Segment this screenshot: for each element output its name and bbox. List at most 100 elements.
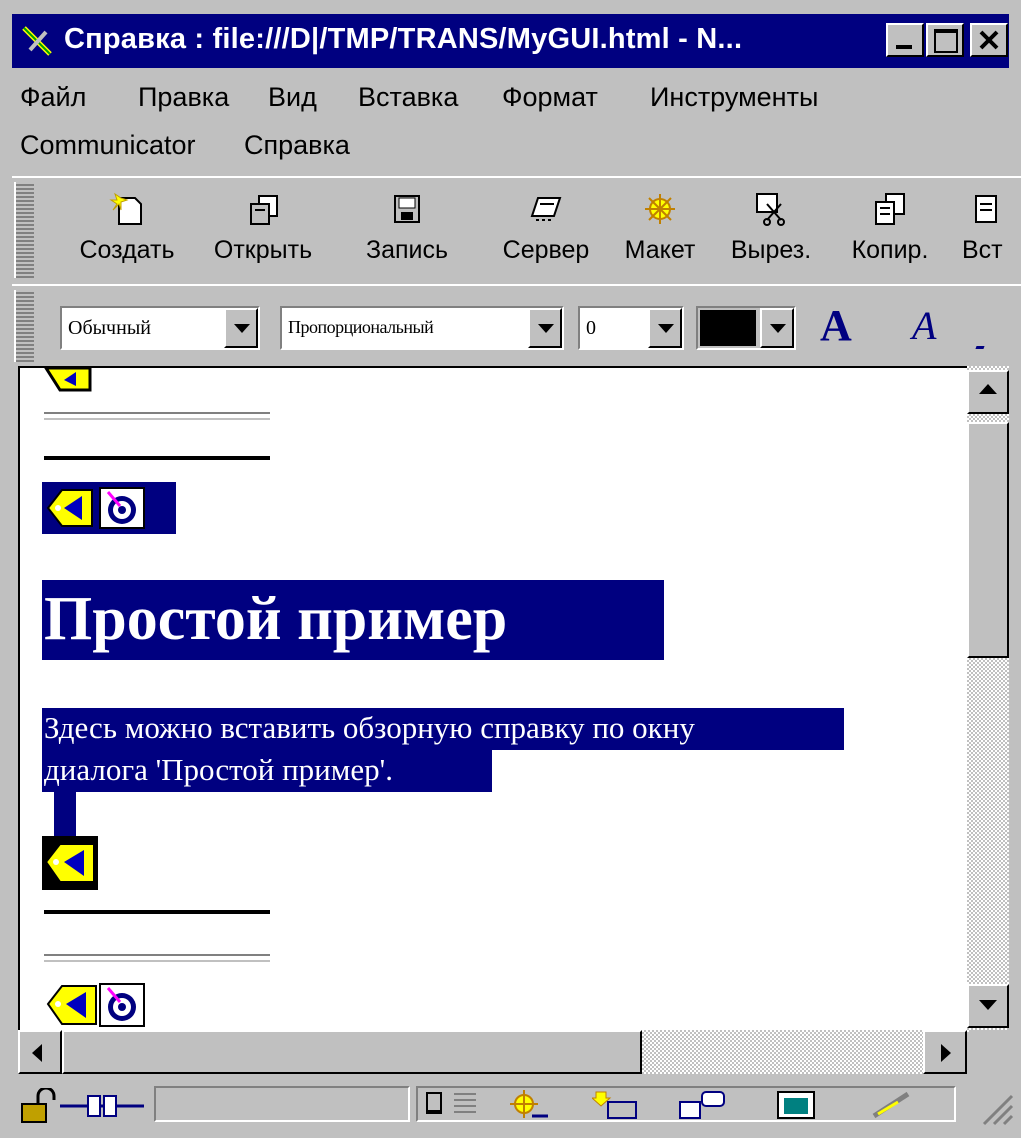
horizontal-scroll-thumb[interactable]	[62, 1030, 642, 1074]
open-file-icon	[250, 195, 278, 225]
new-document-icon	[109, 192, 142, 225]
cut-button[interactable]: Вырез.	[716, 192, 826, 276]
connection-plug-icon[interactable]	[58, 1090, 146, 1122]
status-bar	[12, 1080, 1021, 1130]
decrease-font-size-button[interactable]: A	[912, 302, 936, 349]
cut-scissors-icon	[756, 193, 785, 226]
close-button[interactable]	[970, 23, 1008, 57]
menu-insert[interactable]: Вставка	[358, 82, 458, 113]
arrow-down-icon	[979, 1000, 997, 1010]
scroll-down-button[interactable]	[967, 984, 1009, 1028]
horizontal-rule	[44, 910, 270, 914]
paragraph-selection	[54, 792, 76, 838]
preview-button[interactable]: Макет	[610, 192, 710, 276]
target-icon	[99, 983, 145, 1027]
menu-edit[interactable]: Правка	[138, 82, 229, 113]
paragraph-line-2: диалога 'Простой пример'.	[44, 752, 393, 787]
font-size-dropdown-icon[interactable]	[648, 308, 682, 348]
minimize-button[interactable]	[886, 23, 924, 57]
font-value: Пропорциональный	[288, 317, 434, 337]
save-label: Запись	[365, 236, 449, 264]
toolbar-overflow-edge	[975, 324, 993, 349]
anchor-tag-icon	[44, 843, 95, 883]
target-icon	[99, 487, 145, 529]
copy-icon	[875, 193, 905, 225]
publish-server-icon	[530, 197, 562, 221]
arrow-up-icon	[979, 384, 997, 394]
anchor-tag-icon	[46, 985, 97, 1025]
navigator-icon[interactable]	[502, 1088, 550, 1122]
composer-window: Справка : file:///D|/TMP/TRANS/MyGUI.htm…	[0, 0, 1021, 1138]
toolbar-grip[interactable]	[14, 182, 34, 278]
text-color-swatch	[700, 310, 756, 346]
open-label: Открыть	[213, 236, 313, 264]
composition-toolbar: Создать Открыть Запись Сервер Макет Выре…	[12, 176, 1021, 282]
status-text-field	[154, 1086, 410, 1122]
close-icon	[979, 30, 999, 50]
paragraph-style-value: Обычный	[68, 317, 151, 339]
security-lock-icon[interactable]	[16, 1088, 56, 1124]
format-toolbar-grip[interactable]	[14, 290, 34, 362]
font-select[interactable]: Пропорциональный	[280, 306, 564, 350]
publish-button[interactable]: Сервер	[486, 192, 606, 276]
font-dropdown-icon[interactable]	[528, 308, 562, 348]
new-button[interactable]: Создать	[72, 192, 182, 276]
paste-button[interactable]: Вст	[962, 192, 1021, 276]
menu-bar: Файл Правка Вид Вставка Формат Инструмен…	[12, 70, 1009, 168]
paragraph-line-1: Здесь можно вставить обзорную справку по…	[44, 710, 695, 745]
text-color-dropdown-icon[interactable]	[760, 308, 794, 348]
new-label: Создать	[79, 236, 175, 264]
window-title: Справка : file:///D|/TMP/TRANS/MyGUI.htm…	[64, 23, 743, 55]
horizontal-rule	[44, 412, 270, 420]
paragraph-style-select[interactable]: Обычный	[60, 306, 260, 350]
font-size-value: 0	[586, 317, 596, 339]
menu-help[interactable]: Справка	[244, 130, 350, 161]
publish-label: Сервер	[502, 236, 590, 264]
anchor-tag-icon	[46, 489, 93, 527]
title-bar[interactable]: Справка : file:///D|/TMP/TRANS/MyGUI.htm…	[12, 14, 1009, 68]
menu-view[interactable]: Вид	[268, 82, 317, 113]
horizontal-rule	[44, 954, 270, 962]
save-floppy-icon	[394, 195, 420, 223]
menu-tools[interactable]: Инструменты	[650, 82, 818, 113]
mail-inbox-icon[interactable]	[592, 1088, 640, 1122]
menu-communicator[interactable]: Communicator	[20, 130, 196, 161]
maximize-icon	[934, 29, 958, 53]
increase-font-size-button[interactable]: A	[820, 300, 852, 351]
maximize-button[interactable]	[926, 23, 964, 57]
paste-label: Вст	[962, 236, 1003, 264]
document-icon[interactable]	[426, 1092, 442, 1114]
resize-grip-icon[interactable]	[978, 1090, 1014, 1126]
copy-label: Копир.	[851, 236, 929, 264]
open-button[interactable]: Открыть	[208, 192, 318, 276]
address-book-icon[interactable]	[774, 1088, 818, 1122]
horizontal-scrollbar[interactable]	[18, 1030, 967, 1074]
vertical-scrollbar[interactable]	[967, 366, 1009, 1030]
copy-button[interactable]: Копир.	[840, 192, 940, 276]
preview-layout-icon	[645, 194, 675, 224]
discussion-groups-icon[interactable]	[676, 1088, 730, 1122]
document-editor[interactable]: Простой пример Здесь можно вставить обзо…	[18, 366, 969, 1032]
save-button[interactable]: Запись	[352, 192, 462, 276]
arrow-right-icon	[941, 1044, 951, 1062]
vertical-scroll-thumb[interactable]	[967, 422, 1009, 658]
arrow-left-icon	[32, 1044, 42, 1062]
font-size-select[interactable]: 0	[578, 306, 684, 350]
preview-label: Макет	[624, 236, 696, 264]
scroll-right-button[interactable]	[923, 1030, 967, 1074]
anchor-tag-icon	[44, 368, 92, 392]
document-heading: Простой пример	[44, 585, 508, 653]
horizontal-rule	[44, 456, 270, 460]
format-toolbar: Обычный Пропорциональный 0 A A	[12, 284, 1021, 366]
cut-label: Вырез.	[730, 236, 812, 264]
composer-app-icon	[22, 26, 52, 56]
menu-file[interactable]: Файл	[20, 82, 86, 113]
composer-pen-icon[interactable]	[868, 1088, 916, 1122]
scroll-up-button[interactable]	[967, 370, 1009, 414]
text-color-select[interactable]	[696, 306, 796, 350]
text-align-icon[interactable]	[452, 1090, 478, 1120]
menu-format[interactable]: Формат	[502, 82, 598, 113]
scroll-left-button[interactable]	[18, 1030, 62, 1074]
minimize-icon	[896, 45, 912, 49]
paragraph-style-dropdown-icon[interactable]	[224, 308, 258, 348]
